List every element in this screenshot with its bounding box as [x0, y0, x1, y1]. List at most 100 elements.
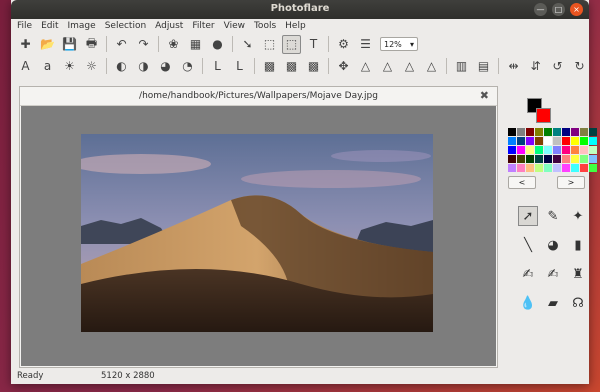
triangle4-icon[interactable]: △ [422, 57, 441, 76]
palette-color[interactable] [580, 146, 588, 154]
minimize-button[interactable]: — [534, 3, 547, 16]
select-active-icon[interactable]: ⬚ [282, 34, 301, 54]
menu-image[interactable]: Image [68, 21, 96, 31]
eraser-icon[interactable]: ▰ [543, 293, 563, 313]
triangle2-icon[interactable]: △ [378, 57, 397, 76]
document-tab[interactable]: /home/handbook/Pictures/Wallpapers/Mojav… [20, 87, 497, 106]
open-folder-icon[interactable]: 📂 [38, 35, 57, 54]
brush-icon[interactable]: ✍ [518, 264, 538, 284]
palette-color[interactable] [553, 146, 561, 154]
edge2-icon[interactable]: L [230, 57, 249, 76]
palette-next-button[interactable]: > [557, 176, 585, 189]
flip-horizontal-icon[interactable]: ⇹ [504, 57, 523, 76]
palette-color[interactable] [544, 155, 552, 163]
red-tone-icon[interactable]: ◔ [178, 57, 197, 76]
clone-icon[interactable]: ☊ [568, 293, 588, 313]
palette-color[interactable] [571, 128, 579, 136]
sepia-icon[interactable]: ▩ [304, 57, 323, 76]
palette-color[interactable] [508, 155, 516, 163]
menu-adjust[interactable]: Adjust [155, 21, 183, 31]
pointer-tool-icon[interactable]: ➚ [518, 206, 538, 226]
palette-color[interactable] [553, 155, 561, 163]
palette-color[interactable] [517, 146, 525, 154]
line-tool-icon[interactable]: ╲ [518, 235, 538, 255]
palette-color[interactable] [562, 164, 570, 172]
stamp-icon[interactable]: ♜ [568, 264, 588, 284]
palette-color[interactable] [535, 128, 543, 136]
palette-color[interactable] [580, 137, 588, 145]
palette-color[interactable] [571, 155, 579, 163]
palette-color[interactable] [526, 128, 534, 136]
contrast2-icon[interactable]: ◑ [134, 57, 153, 76]
text-style-icon[interactable]: a [38, 57, 57, 76]
menu-edit[interactable]: Edit [41, 21, 58, 31]
eyedropper-icon[interactable]: ✎ [543, 206, 563, 226]
palette-color[interactable] [544, 128, 552, 136]
blur-drop-icon[interactable]: 💧 [518, 293, 538, 313]
rotate-left-icon[interactable]: ↺ [548, 57, 567, 76]
rotate-right-icon[interactable]: ↻ [570, 57, 589, 76]
palette-color[interactable] [508, 164, 516, 172]
palette-color[interactable] [571, 164, 579, 172]
palette-color[interactable] [508, 146, 516, 154]
palette-color[interactable] [508, 128, 516, 136]
palette-prev-button[interactable]: < [508, 176, 536, 189]
select-icon[interactable]: ⬚ [260, 35, 279, 54]
mosaic-icon[interactable]: ▦ [186, 35, 205, 54]
canvas-area[interactable] [21, 106, 496, 366]
palette-color[interactable] [580, 155, 588, 163]
palette-color[interactable] [517, 137, 525, 145]
layers-icon[interactable]: ☰ [356, 35, 375, 54]
palette-color[interactable] [580, 164, 588, 172]
gradient-icon[interactable]: ▤ [474, 57, 493, 76]
photo-icon[interactable]: ▩ [282, 57, 301, 76]
image-canvas[interactable] [81, 134, 433, 332]
palette-color[interactable] [544, 146, 552, 154]
paint-bucket-icon[interactable]: ◕ [543, 235, 563, 255]
palette-color[interactable] [571, 137, 579, 145]
triangle3-icon[interactable]: △ [400, 57, 419, 76]
palette-color[interactable] [535, 155, 543, 163]
undo-icon[interactable]: ↶ [112, 35, 131, 54]
palette-color[interactable] [508, 137, 516, 145]
pointer-icon[interactable]: ➘ [238, 35, 257, 54]
background-color-swatch[interactable] [536, 108, 551, 123]
close-window-button[interactable]: × [570, 3, 583, 16]
menu-view[interactable]: View [224, 21, 245, 31]
menu-tools[interactable]: Tools [254, 21, 276, 31]
flip-vertical-icon[interactable]: ⇵ [526, 57, 545, 76]
palette-color[interactable] [526, 146, 534, 154]
settings-icon[interactable]: ⚙ [334, 35, 353, 54]
new-file-icon[interactable]: ✚ [16, 35, 35, 54]
magic-wand-icon[interactable]: ✦ [568, 206, 588, 226]
palette-color[interactable] [589, 155, 597, 163]
redo-icon[interactable]: ↷ [134, 35, 153, 54]
palette-color[interactable] [589, 146, 597, 154]
smudge-brush-icon[interactable]: ✍ [543, 264, 563, 284]
color-palette-icon[interactable]: ❀ [164, 35, 183, 54]
grayscale-icon[interactable]: ▩ [260, 57, 279, 76]
palette-color[interactable] [553, 164, 561, 172]
palette-color[interactable] [535, 146, 543, 154]
palette-color[interactable] [526, 155, 534, 163]
move-icon[interactable]: ✥ [334, 57, 353, 76]
zoom-select[interactable]: 12% ▾ [380, 37, 418, 51]
palette-color[interactable] [535, 164, 543, 172]
palette-color[interactable] [526, 164, 534, 172]
palette-color[interactable] [562, 137, 570, 145]
brightness-up-icon[interactable]: ☀ [60, 57, 79, 76]
rainbow-icon[interactable]: ▥ [452, 57, 471, 76]
palette-color[interactable] [562, 155, 570, 163]
palette-color[interactable] [589, 137, 597, 145]
menu-help[interactable]: Help [285, 21, 306, 31]
palette-color[interactable] [589, 128, 597, 136]
save-icon[interactable]: 💾 [60, 35, 79, 54]
palette-color[interactable] [535, 137, 543, 145]
maximize-button[interactable]: □ [552, 3, 565, 16]
palette-color[interactable] [589, 164, 597, 172]
palette-color[interactable] [526, 137, 534, 145]
palette-color[interactable] [517, 155, 525, 163]
spray-can-icon[interactable]: ▮ [568, 235, 588, 255]
triangle-icon[interactable]: △ [356, 57, 375, 76]
text-size-icon[interactable]: A [16, 57, 35, 76]
